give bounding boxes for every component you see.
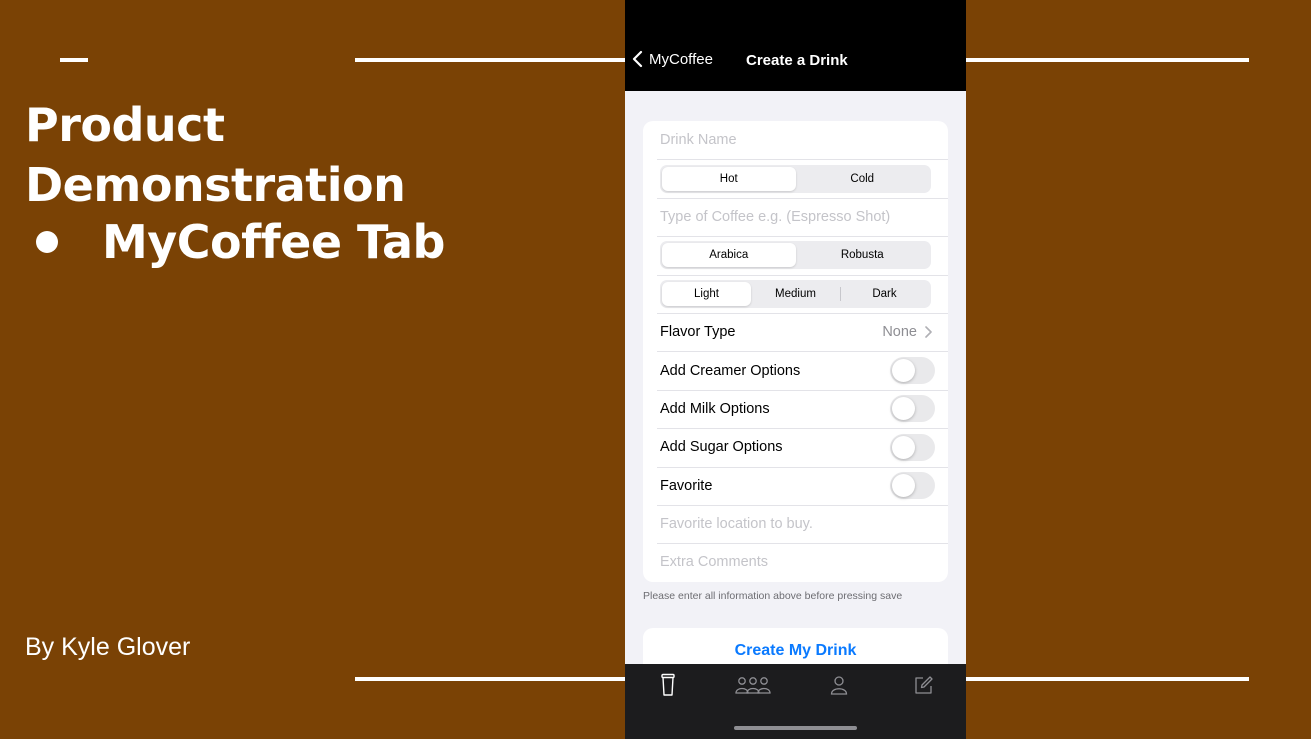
tab-compose[interactable] [904, 672, 944, 698]
sugar-options-toggle[interactable] [890, 433, 935, 461]
slide-title-line1: Product [25, 98, 225, 152]
segment-dark[interactable]: Dark [840, 282, 929, 306]
creamer-options-label: Add Creamer Options [660, 362, 801, 379]
flavor-type-row[interactable]: Flavor Type None [643, 312, 948, 351]
chevron-right-icon [925, 326, 932, 338]
bean-segmented-control: Arabica Robusta [660, 241, 931, 270]
helper-text: Please enter all information above befor… [643, 590, 903, 602]
milk-options-toggle[interactable] [890, 395, 935, 423]
segment-medium[interactable]: Medium [751, 282, 840, 306]
navigation-bar: MyCoffee Create a Drink [625, 0, 966, 91]
milk-options-label: Add Milk Options [660, 400, 770, 417]
home-indicator [734, 726, 857, 730]
milk-options-row: Add Milk Options [643, 389, 948, 428]
favorite-row: Favorite [643, 466, 948, 505]
bottom-rule-right [966, 677, 1249, 681]
slide-bullet-text: MyCoffee Tab [102, 215, 445, 269]
creamer-options-row: Add Creamer Options [643, 351, 948, 389]
segment-light[interactable]: Light [662, 281, 751, 306]
roast-segmented-control: Light Medium Dark [660, 279, 931, 308]
back-button[interactable]: MyCoffee [632, 50, 713, 68]
sugar-options-row: Add Sugar Options [643, 428, 948, 466]
top-rule-left [355, 58, 625, 62]
temperature-segmented-control: Hot Cold [660, 164, 931, 193]
phone-screen: MyCoffee Create a Drink Drink Name Hot C… [625, 0, 966, 739]
temperature-row: Hot Cold [643, 159, 948, 197]
compose-icon [915, 676, 933, 694]
flavor-type-label: Flavor Type [660, 324, 736, 341]
drink-name-placeholder: Drink Name [660, 132, 737, 149]
extra-comments-input[interactable]: Extra Comments [643, 543, 948, 581]
back-button-label: MyCoffee [649, 50, 713, 68]
slide-title: Product Demonstration [25, 95, 406, 215]
favorite-label: Favorite [660, 477, 713, 494]
nav-title: Create a Drink [746, 52, 848, 69]
favorite-location-input[interactable]: Favorite location to buy. [643, 504, 948, 543]
tab-community[interactable] [733, 672, 773, 698]
creamer-options-toggle[interactable] [890, 357, 935, 385]
create-drink-button[interactable]: Create My Drink [735, 641, 857, 661]
favorite-toggle[interactable] [890, 472, 935, 500]
coffee-type-input[interactable]: Type of Coffee e.g. (Espresso Shot) [643, 197, 948, 236]
flavor-type-value: None [882, 324, 917, 341]
segment-robusta[interactable]: Robusta [796, 243, 930, 267]
bullet-dot-icon [36, 231, 58, 253]
chevron-left-icon [632, 50, 643, 68]
cup-icon [661, 673, 675, 696]
sugar-options-label: Add Sugar Options [660, 439, 783, 456]
favorite-location-placeholder: Favorite location to buy. [660, 516, 813, 533]
segment-cold[interactable]: Cold [796, 167, 930, 191]
tab-profile[interactable] [819, 672, 859, 698]
bottom-rule-left [355, 677, 625, 681]
segment-arabica[interactable]: Arabica [662, 243, 796, 268]
person-icon [830, 676, 848, 695]
coffee-type-placeholder: Type of Coffee e.g. (Espresso Shot) [660, 208, 891, 225]
bean-row: Arabica Robusta [643, 236, 948, 274]
tab-mycoffee[interactable] [648, 672, 688, 698]
drink-form: Drink Name Hot Cold Type of Coffee e.g. … [643, 121, 948, 582]
roast-row: Light Medium Dark [643, 274, 948, 313]
slide-dash-decoration [60, 58, 88, 62]
group-icon [735, 677, 771, 694]
slide-bullet: MyCoffee Tab [36, 212, 445, 272]
slide-title-line2: Demonstration [25, 158, 406, 212]
segment-hot[interactable]: Hot [662, 166, 796, 191]
tab-bar [625, 664, 966, 739]
extra-comments-placeholder: Extra Comments [660, 554, 768, 571]
top-rule-right [966, 58, 1249, 62]
drink-name-input[interactable]: Drink Name [643, 121, 948, 159]
slide-author: By Kyle Glover [25, 633, 191, 661]
